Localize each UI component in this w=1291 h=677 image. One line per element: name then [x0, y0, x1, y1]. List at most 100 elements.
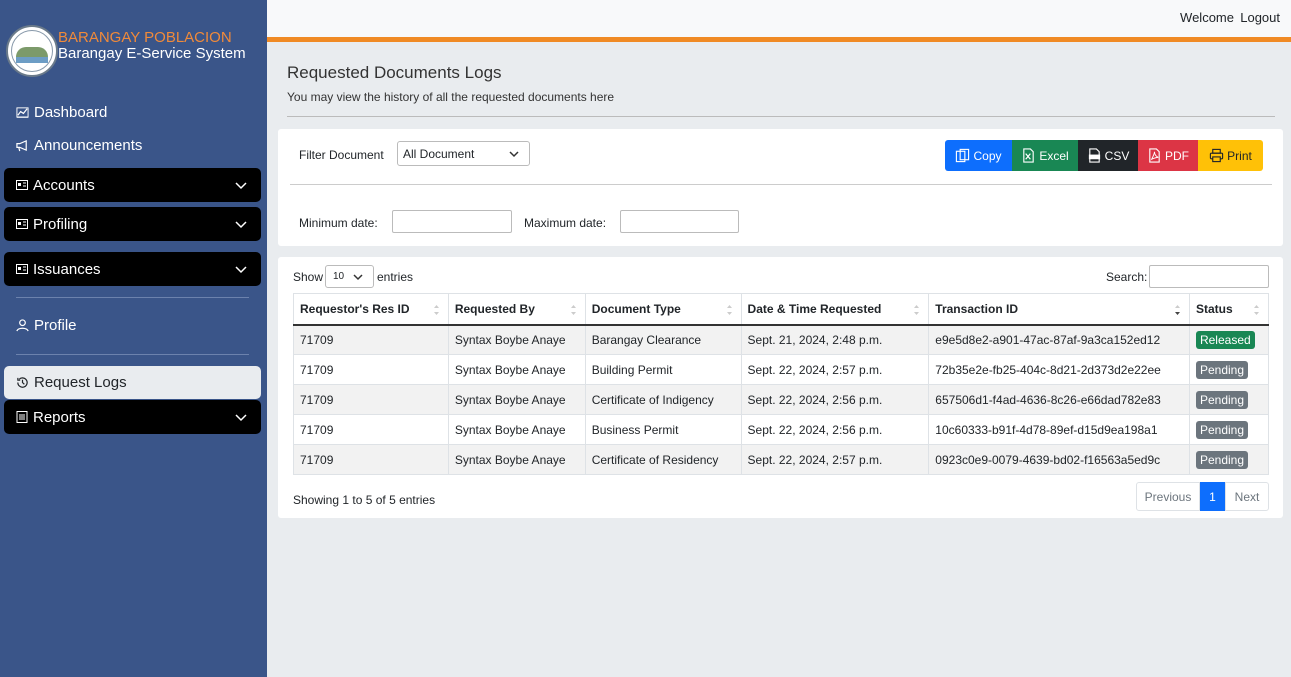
- pdf-label: PDF: [1165, 148, 1189, 163]
- date-cell: Sept. 21, 2024, 2:48 p.m.: [740, 324, 930, 355]
- entries-length-select[interactable]: 10: [325, 265, 374, 288]
- chevron-down-icon: [235, 221, 247, 229]
- search-input[interactable]: [1149, 265, 1269, 288]
- sidebar-item-issuances[interactable]: Issuances: [4, 252, 261, 286]
- status-cell: Released: [1188, 324, 1270, 355]
- sidebar-item-label: Issuances: [33, 260, 101, 278]
- document-filter-select[interactable]: All Document: [397, 141, 530, 166]
- column-header[interactable]: Requested By: [447, 293, 586, 326]
- entries-label: entries: [377, 270, 414, 284]
- sort-icon: [914, 305, 920, 315]
- sidebar-item-request-logs[interactable]: Request Logs: [4, 366, 261, 399]
- excel-label: Excel: [1039, 148, 1069, 163]
- sidebar-item-announcements[interactable]: Announcements: [16, 137, 142, 154]
- filter-card: Filter Document All Document Copy Excel …: [278, 129, 1283, 246]
- chevron-down-icon: [235, 414, 247, 422]
- document-type-cell: Certificate of Residency: [584, 444, 742, 475]
- report-icon: [16, 411, 28, 423]
- date-cell: Sept. 22, 2024, 2:57 p.m.: [740, 354, 930, 385]
- id-card-icon: [16, 264, 28, 274]
- sidebar-item-profile[interactable]: Profile: [16, 317, 77, 334]
- minimum-date-input[interactable]: [392, 210, 512, 233]
- transaction-id-cell: 72b35e2e-fb25-404c-8d21-2d373d2e22ee: [928, 354, 1190, 385]
- minimum-date-label: Minimum date:: [299, 216, 378, 230]
- sidebar-item-label: Reports: [33, 408, 86, 426]
- table-row: 71709 Syntax Boybe Anaye Barangay Cleara…: [293, 324, 1270, 355]
- status-cell: Pending: [1188, 444, 1270, 475]
- sidebar-divider: [16, 297, 249, 298]
- page-1-button[interactable]: 1: [1200, 482, 1225, 511]
- status-cell: Pending: [1188, 384, 1270, 415]
- transaction-id-cell: 0923c0e9-0079-4639-bd02-f16563a5ed9c: [928, 444, 1190, 475]
- requested-by-cell: Syntax Boybe Anaye: [447, 414, 586, 445]
- sidebar-item-accounts[interactable]: Accounts: [4, 168, 261, 202]
- document-type-cell: Certificate of Indigency: [584, 384, 742, 415]
- res-id-cell: 71709: [293, 384, 449, 415]
- maximum-date-input[interactable]: [620, 210, 739, 233]
- welcome-link[interactable]: Welcome: [1180, 10, 1234, 25]
- sort-icon: [570, 305, 576, 315]
- page-subtitle: You may view the history of all the requ…: [287, 90, 615, 104]
- date-cell: Sept. 22, 2024, 2:57 p.m.: [740, 444, 930, 475]
- copy-icon: [956, 148, 970, 163]
- next-page-button[interactable]: Next: [1225, 482, 1269, 511]
- sort-desc-icon: [1174, 305, 1180, 315]
- accent-bar: [267, 37, 1291, 42]
- csv-button[interactable]: CSV: [1078, 140, 1138, 171]
- sidebar-item-label: Dashboard: [34, 104, 108, 121]
- column-header[interactable]: Transaction ID: [928, 293, 1190, 326]
- printer-icon: [1210, 148, 1224, 163]
- date-cell: Sept. 22, 2024, 2:56 p.m.: [740, 414, 930, 445]
- table-row: 71709 Syntax Boybe Anaye Business Permit…: [293, 414, 1270, 445]
- excel-button[interactable]: Excel: [1012, 140, 1078, 171]
- requested-by-cell: Syntax Boybe Anaye: [447, 324, 586, 355]
- sort-icon: [1254, 305, 1259, 315]
- transaction-id-cell: 10c60333-b91f-4d78-89ef-d15d9ea198a1: [928, 414, 1190, 445]
- requested-by-cell: Syntax Boybe Anaye: [447, 354, 586, 385]
- table-card: Show 10 entries Search: Requestor's Res …: [278, 257, 1283, 518]
- previous-page-button[interactable]: Previous: [1136, 482, 1200, 511]
- brand[interactable]: BARANGAY POBLACION Barangay E-Service Sy…: [4, 25, 267, 81]
- sidebar-item-reports[interactable]: Reports: [4, 400, 261, 434]
- id-card-icon: [16, 219, 28, 229]
- logout-link[interactable]: Logout: [1240, 10, 1280, 25]
- column-header[interactable]: Status: [1188, 293, 1270, 326]
- sidebar-item-profiling[interactable]: Profiling: [4, 207, 261, 241]
- document-filter-value: All Document: [403, 147, 475, 161]
- person-icon: [16, 319, 29, 332]
- table-row: 71709 Syntax Boybe Anaye Certificate of …: [293, 384, 1270, 415]
- history-icon: [17, 377, 28, 388]
- sidebar-item-label: Profile: [34, 317, 77, 334]
- transaction-id-cell: e9e5d8e2-a901-47ac-87af-9a3ca152ed12: [928, 324, 1190, 355]
- column-header[interactable]: Requestor's Res ID: [293, 293, 449, 326]
- file-csv-icon: [1088, 148, 1100, 163]
- sidebar-item-label: Announcements: [34, 137, 143, 154]
- table-header-row: Requestor's Res ID Requested By Document…: [293, 293, 1270, 326]
- res-id-cell: 71709: [293, 324, 449, 355]
- pagination: Previous 1 Next: [1136, 482, 1269, 511]
- date-cell: Sept. 22, 2024, 2:56 p.m.: [740, 384, 930, 415]
- chart-icon: [16, 107, 29, 118]
- print-button[interactable]: Print: [1198, 140, 1263, 171]
- copy-label: Copy: [973, 148, 1002, 163]
- sidebar-item-label: Request Logs: [34, 374, 127, 391]
- print-label: Print: [1227, 148, 1252, 163]
- chevron-down-icon: [235, 266, 247, 274]
- sidebar-item-label: Accounts: [33, 176, 95, 194]
- megaphone-icon: [16, 139, 27, 152]
- sidebar-item-label: Profiling: [33, 215, 88, 233]
- copy-button[interactable]: Copy: [945, 140, 1012, 171]
- document-type-cell: Building Permit: [584, 354, 742, 385]
- sidebar-item-dashboard[interactable]: Dashboard: [16, 104, 107, 121]
- requests-table: Requestor's Res ID Requested By Document…: [293, 293, 1270, 475]
- status-badge: Released: [1195, 330, 1255, 349]
- pdf-button[interactable]: PDF: [1138, 140, 1198, 171]
- requested-by-cell: Syntax Boybe Anaye: [447, 444, 586, 475]
- document-type-cell: Barangay Clearance: [584, 324, 742, 355]
- column-header[interactable]: Date & Time Requested: [740, 293, 930, 326]
- requested-by-cell: Syntax Boybe Anaye: [447, 384, 586, 415]
- column-header[interactable]: Document Type: [584, 293, 742, 326]
- chevron-down-icon: [353, 274, 363, 281]
- page-title: Requested Documents Logs: [287, 63, 502, 82]
- status-badge: Pending: [1195, 390, 1249, 409]
